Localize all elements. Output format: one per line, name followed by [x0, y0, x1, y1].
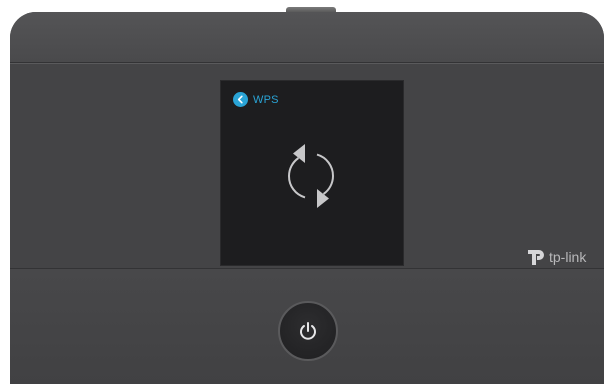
- device-top-panel: [10, 12, 604, 63]
- chevron-left-glyph: [237, 95, 243, 104]
- logo-text: tp-link: [549, 249, 587, 265]
- power-button[interactable]: [278, 301, 338, 361]
- tp-link-logo: tp-link: [528, 248, 586, 266]
- refresh-icon: [287, 144, 335, 208]
- chevron-left-icon[interactable]: [233, 92, 248, 107]
- screen-title: WPS: [253, 93, 279, 106]
- router-device: WPS tp-link: [10, 12, 604, 384]
- power-icon: [300, 322, 316, 340]
- lcd-screen: WPS: [220, 80, 404, 266]
- tp-link-logo-icon: [528, 250, 544, 265]
- screen-header: WPS: [233, 92, 279, 107]
- device-stage: WPS tp-link: [0, 0, 605, 384]
